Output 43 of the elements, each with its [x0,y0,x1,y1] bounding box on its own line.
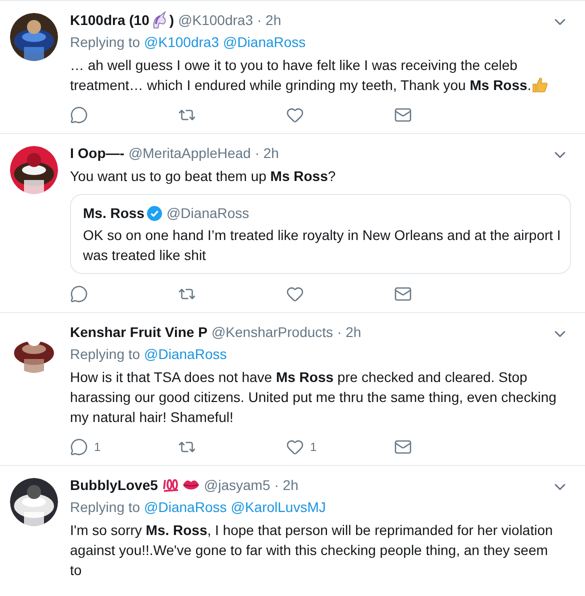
mention-link[interactable]: @DianaRoss [144,346,227,362]
tweet-time[interactable]: · 2h [254,142,279,164]
user-handle[interactable]: @KensharProducts [211,321,334,343]
mail-icon[interactable] [394,106,412,124]
tweet-text: How is it that TSA does not have Ms Ross pre checked and cleared. Stop harassing our good citizens. United put me thru the same thing, even checking my natural hair! Shameful! [70,368,558,427]
tweet-time[interactable]: · 2h [257,9,282,31]
action-count: 1 [310,439,317,456]
reply-icon[interactable] [70,106,88,124]
replying-label: Replying to [70,499,140,515]
quoted-tweet-card[interactable]: Ms. Ross @DianaRoss OK so on one hand I’m treated like royalty in New Orleans and at the airport I was treated like shit [70,194,571,274]
user-handle[interactable]: @K100dra3 [178,9,253,31]
reply-icon[interactable] [70,285,88,303]
display-name[interactable]: Ms. Ross [83,203,144,223]
heart-icon[interactable] [286,285,304,303]
replying-label: Replying to [70,34,140,50]
tweet-text: … ah well guess I owe it to you to have felt like I was receiving the celeb treatment… which I endured while grinding my teeth, Thank you Ms Ross. [70,55,575,95]
tweet-time[interactable]: · 2h [274,474,298,496]
display-name[interactable]: K100dra (10 [70,9,150,31]
hundred-points-icon [162,477,180,493]
mail-icon[interactable] [394,438,412,456]
reply-icon[interactable] [70,438,88,456]
mention-link[interactable]: @K100dra3 [144,34,219,50]
display-name[interactable]: Kenshar Fruit Vine P [70,321,208,343]
mention-link[interactable]: @DianaRoss [144,499,227,515]
display-name[interactable]: ) [169,9,174,31]
heart-icon[interactable] [286,438,304,456]
mention-link[interactable]: @DianaRoss [222,34,306,50]
display-name[interactable]: I Oop—- [70,142,124,164]
mail-icon[interactable] [394,285,412,303]
tweet-text: I'm so sorry Ms. Ross, I hope that person will be reprimanded for her violation against you!!.We've gone to far with this checking people thing, an they seem to [70,521,554,580]
display-name[interactable]: BubblyLove5 [70,474,158,496]
user-handle[interactable]: @DianaRoss [166,203,250,223]
action-count: 1 [94,439,101,456]
lips-icon [182,478,200,492]
mention-link[interactable]: @KarolLuvsMJ [230,499,326,515]
user-handle[interactable]: @jasyam5 [204,474,270,496]
thumbs-up-icon [531,76,548,93]
quoted-tweet-text: OK so on one hand I’m treated like royalty in New Orleans and at the airport I was treated like shit [83,226,562,265]
replying-label: Replying to [70,346,140,362]
tweet-text: You want us to go beat them up Ms Ross? [70,167,337,186]
tweet-time[interactable]: · 2h [337,321,362,343]
user-handle[interactable]: @MeritaAppleHead [128,142,251,164]
heart-icon[interactable] [286,106,304,124]
